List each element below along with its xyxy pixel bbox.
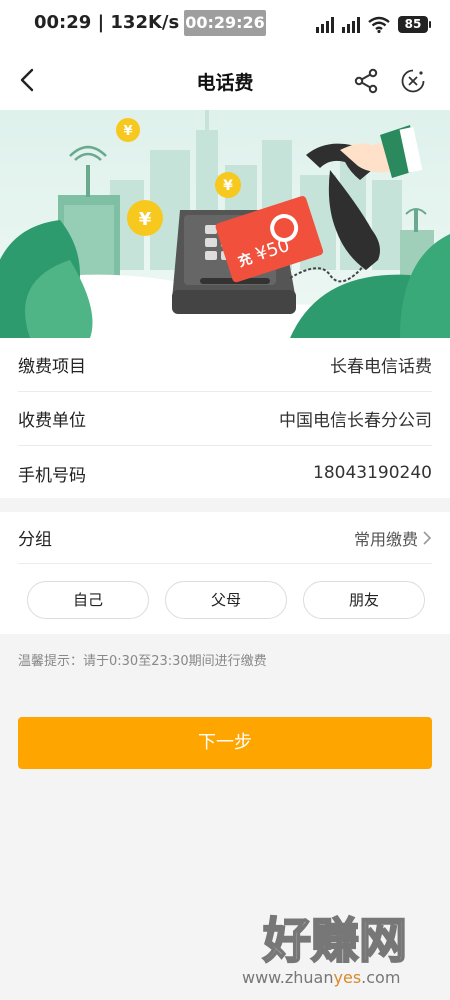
info-row-phone-number: 手机号码 18043190240 [18,446,432,500]
info-label: 手机号码 [18,465,86,486]
chip-parents[interactable]: 父母 [165,581,287,619]
page-title: 电话费 [196,72,254,94]
svg-text:¥: ¥ [223,178,233,194]
group-value-text: 常用缴费 [353,529,418,549]
svg-text:好赚网: 好赚网 [262,913,407,969]
svg-text:www.zhuanyes.com: www.zhuanyes.com [242,968,400,987]
group-selector[interactable]: 分组 常用缴费 [18,512,432,564]
info-value: 中国电信长春分公司 [279,411,432,431]
wifi-icon [368,16,390,33]
nav-bar: 电话费 [0,50,450,110]
info-label: 缴费项目 [18,357,86,377]
chevron-right-icon [423,530,432,545]
signal-icon [342,17,360,33]
info-row-payee: 收费单位 中国电信长春分公司 [18,392,432,446]
share-icon[interactable] [352,67,380,95]
coin-icon: ¥ [116,118,140,142]
svg-text:¥: ¥ [123,124,132,139]
watermark-logo: 好赚网 www.zhuanyes.com [242,912,408,987]
payment-time-tip: 温馨提示：请于0:30至23:30期间进行缴费 [18,654,267,669]
status-icons: 85 [316,15,431,33]
close-icon[interactable] [400,68,426,94]
chip-friends[interactable]: 朋友 [303,581,425,619]
banner: ¥ ¥ ¥ 充 ¥50 [0,110,450,338]
group-label: 分组 [18,530,52,550]
group-chips: 自己 父母 朋友 [27,581,425,619]
group-value: 常用缴费 [354,526,432,550]
phone-number-value: 18043190240 [313,463,432,483]
status-timer-badge: 00:29:26 [184,10,266,36]
coin-icon: ¥ [215,172,241,198]
svg-text:¥: ¥ [139,209,152,230]
status-time: 00:29 | 132K/s [34,12,180,33]
signal-icon [316,17,334,33]
battery-icon: 85 [398,16,431,33]
payment-info-card: 缴费项目 长春电信话费 收费单位 中国电信长春分公司 手机号码 18043190… [0,338,450,498]
group-card: 分组 常用缴费 自己 父母 朋友 [0,512,450,634]
info-row-payment-item: 缴费项目 长春电信话费 [18,338,432,392]
coin-icon: ¥ [127,200,163,236]
banner-illustration: ¥ ¥ ¥ 充 ¥50 [0,110,450,338]
next-step-button[interactable]: 下一步 [18,717,432,769]
status-bar: 00:29 | 132K/s 00:29:26 85 [0,0,450,50]
chip-self[interactable]: 自己 [27,581,149,619]
info-label: 收费单位 [18,411,86,431]
info-value: 长春电信话费 [330,357,432,377]
